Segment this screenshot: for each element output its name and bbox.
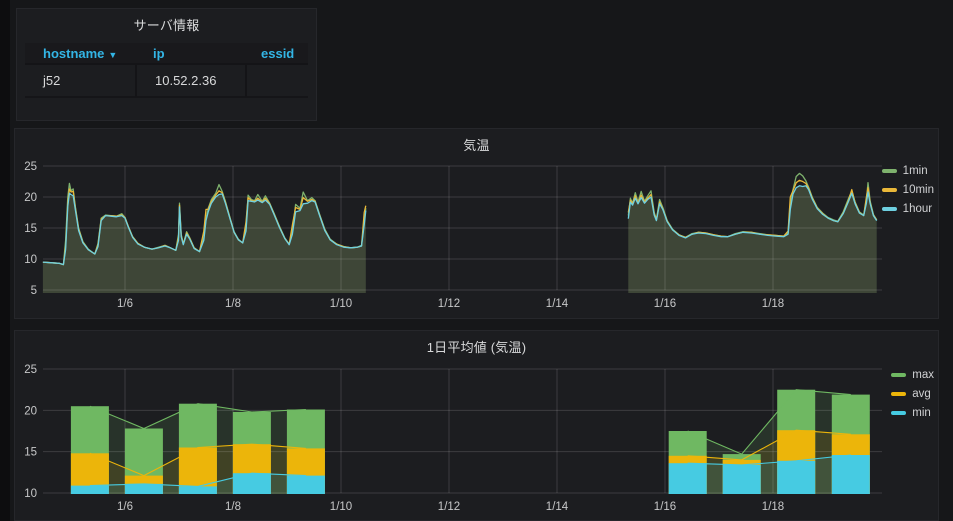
legend-item-min[interactable]: min — [891, 407, 934, 419]
series-area-fill-1 — [628, 186, 876, 293]
x-tick-label: 1/6 — [117, 501, 133, 513]
series-color-dash — [891, 373, 906, 377]
bar-min-1/6[interactable] — [125, 484, 163, 494]
y-tick-label: 20 — [24, 405, 37, 417]
temperature-graph-panel: 気温 5101520251/61/81/101/121/141/161/18 1… — [14, 128, 939, 319]
column-header-ip[interactable]: ip — [135, 46, 245, 61]
page-left-edge — [0, 0, 10, 521]
x-tick-label: 1/12 — [438, 501, 460, 513]
series-color-dash — [891, 392, 906, 396]
bar-min-1/9[interactable] — [287, 476, 325, 494]
legend-item-10min[interactable]: 10min — [882, 184, 934, 196]
x-tick-label: 1/18 — [762, 501, 784, 513]
x-tick-label: 1/6 — [117, 298, 133, 310]
y-tick-label: 10 — [24, 488, 37, 500]
column-header-essid[interactable]: essid — [245, 46, 308, 61]
x-tick-label: 1/16 — [654, 501, 676, 513]
panel-title-server-info[interactable]: サーバ情報 — [17, 15, 316, 34]
cell-ip: 10.52.2.36 — [135, 64, 245, 97]
daily-average-panel: 1日平均値 (気温) 101520251/61/81/101/121/141/1… — [14, 330, 939, 521]
x-tick-label: 1/10 — [330, 298, 352, 310]
y-tick-label: 25 — [24, 161, 37, 173]
bar-min-1/16[interactable] — [669, 463, 707, 494]
cell-hostname: j52 — [25, 64, 135, 97]
x-tick-label: 1/12 — [438, 298, 460, 310]
server-info-panel: サーバ情報 hostname▼ ip essid j52 10.52.2.36 — [16, 8, 317, 121]
legend-item-avg[interactable]: avg — [891, 388, 934, 400]
bar-min-1/17[interactable] — [723, 465, 761, 494]
legend-item-1min[interactable]: 1min — [882, 165, 934, 177]
bar-min-1/18[interactable] — [777, 461, 815, 494]
x-tick-label: 1/14 — [546, 298, 569, 310]
series-color-dash — [882, 188, 897, 192]
sort-desc-icon: ▼ — [108, 50, 117, 60]
table-header-row: hostname▼ ip essid — [25, 43, 308, 65]
series-color-dash — [882, 169, 897, 173]
daily-average-chart[interactable]: 10 15 20 25 1/6 1/8 1/10 1/12 1/14 1/16 1/18 — [15, 331, 938, 520]
cell-essid — [245, 64, 308, 97]
y-tick-label: 25 — [24, 364, 37, 376]
daily-average-legend: max avg min — [891, 369, 934, 419]
legend-item-1hour[interactable]: 1hour — [882, 203, 934, 215]
x-tick-label: 1/8 — [225, 298, 241, 310]
y-tick-label: 15 — [24, 223, 37, 235]
series-color-dash — [882, 207, 897, 211]
server-info-table: hostname▼ ip essid j52 10.52.2.36 — [25, 43, 308, 98]
y-tick-label: 15 — [24, 447, 37, 459]
x-tick-label: 1/14 — [546, 501, 569, 513]
x-tick-label: 1/16 — [654, 298, 676, 310]
bar-min-1/7[interactable] — [179, 486, 217, 494]
temperature-legend: 1min 10min 1hour — [882, 165, 934, 215]
x-tick-label: 1/10 — [330, 501, 352, 513]
y-tick-label: 20 — [24, 192, 37, 204]
bar-min-1/5[interactable] — [71, 486, 109, 494]
column-header-hostname[interactable]: hostname▼ — [25, 46, 135, 61]
x-tick-label: 1/8 — [225, 501, 241, 513]
temperature-chart[interactable]: 5 10 15 20 25 1/6 1/8 1/10 1/12 1/14 1/16 1/18 — [15, 129, 938, 318]
table-row: j52 10.52.2.36 — [25, 65, 308, 98]
series-color-dash — [891, 411, 906, 415]
bar-min-1/19[interactable] — [832, 455, 870, 494]
y-tick-label: 10 — [24, 254, 37, 266]
y-tick-label: 5 — [31, 285, 37, 297]
x-tick-label: 1/18 — [762, 298, 784, 310]
legend-item-max[interactable]: max — [891, 369, 934, 381]
